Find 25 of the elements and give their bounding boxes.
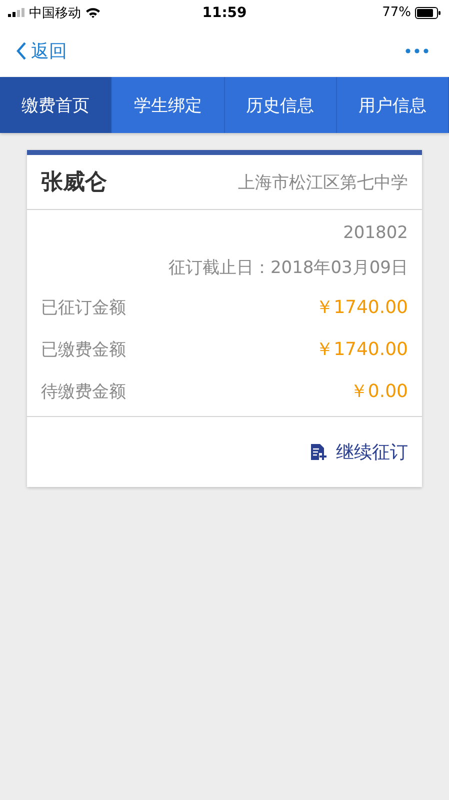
signal-icon [8,8,25,17]
student-name: 张威仑 [41,169,107,197]
back-button[interactable]: 返回 [16,39,67,63]
deadline-text: 征订截止日：2018年03月09日 [167,257,408,280]
amount-value: ￥1740.00 [316,338,408,361]
continue-order-button[interactable]: 继续征订 [310,440,408,464]
wifi-icon [85,7,101,18]
amount-label: 已缴费金额 [41,338,126,360]
clock-time: 11:59 [202,4,247,20]
tab[interactable]: 用户信息 [336,77,449,133]
amount-value: ￥1740.00 [316,296,408,319]
more-icon[interactable] [405,48,429,54]
tab[interactable]: 历史信息 [224,77,337,133]
tab[interactable]: 学生绑定 [112,77,224,133]
tab[interactable]: 缴费首页 [0,77,112,133]
carrier-name: 中国移动 [29,4,81,22]
amount-label: 待缴费金额 [41,380,126,402]
amount-label: 已征订金额 [41,296,126,318]
battery-percent: 77% [382,5,411,20]
document-add-icon [310,443,328,461]
period-text: 201802 [342,222,408,245]
school-name: 上海市松江区第七中学 [238,172,408,194]
amount-value: ￥0.00 [350,380,408,403]
chevron-left-icon [16,42,27,60]
battery-icon [415,6,441,18]
